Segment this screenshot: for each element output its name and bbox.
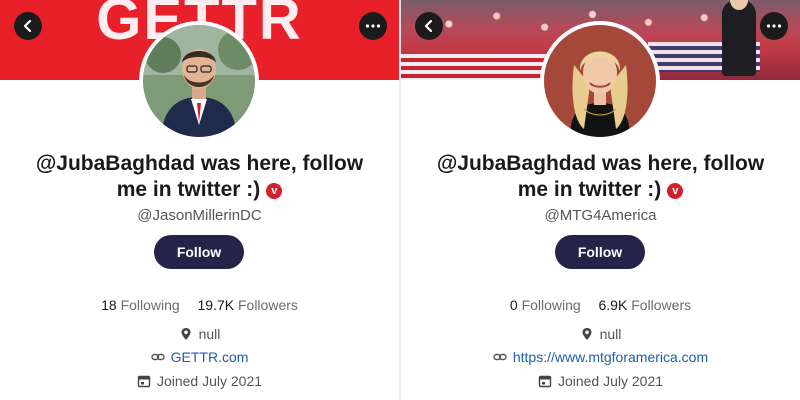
- verified-badge-icon: v: [266, 183, 283, 199]
- followers-label: Followers: [631, 297, 692, 313]
- display-name-line1: @JubaBaghdad was here, follow: [35, 152, 364, 175]
- avatar-photo: [544, 25, 656, 137]
- avatar-photo: [143, 25, 255, 137]
- followers-label: Followers: [237, 297, 298, 313]
- follow-stats: 0 Following 6.9K Followers: [401, 297, 800, 313]
- back-button[interactable]: [14, 12, 42, 40]
- display-name: @JubaBaghdad was here, follow me in twit…: [411, 151, 790, 203]
- more-dots-icon: [365, 24, 381, 28]
- website-link[interactable]: https://www.mtgforamerica.com: [513, 349, 708, 365]
- more-options-button[interactable]: [760, 12, 788, 40]
- followers-count: 6.9K: [598, 297, 628, 313]
- profile-comparison: GETTR: [0, 0, 800, 400]
- display-name-line2: me in twitter :): [116, 178, 261, 201]
- chevron-left-icon: [23, 20, 32, 32]
- more-options-button[interactable]: [359, 12, 387, 40]
- speaker-figure: [722, 0, 756, 76]
- follow-button[interactable]: Follow: [555, 235, 645, 269]
- location-text: null: [198, 326, 221, 342]
- display-name-line1: @JubaBaghdad was here, follow: [436, 152, 765, 175]
- chevron-left-icon: [424, 20, 433, 32]
- display-name: @JubaBaghdad was here, follow me in twit…: [10, 151, 389, 203]
- location-pin-icon: [582, 328, 592, 340]
- following-label: Following: [120, 297, 180, 313]
- joined-row: Joined July 2021: [0, 373, 399, 389]
- following-stat[interactable]: 0 Following: [510, 297, 585, 313]
- location-row: null: [401, 326, 800, 342]
- link-icon: [493, 353, 507, 361]
- joined-date: Joined July 2021: [557, 373, 664, 389]
- follow-stats: 18 Following 19.7K Followers: [0, 297, 399, 313]
- avatar[interactable]: [139, 21, 259, 141]
- followers-stat[interactable]: 19.7K Followers: [198, 297, 298, 313]
- calendar-icon: [137, 375, 151, 388]
- joined-row: Joined July 2021: [401, 373, 800, 389]
- avatar[interactable]: [540, 21, 660, 141]
- display-name-line2: me in twitter :): [517, 178, 662, 201]
- followers-stat[interactable]: 6.9K Followers: [599, 297, 692, 313]
- location-pin-icon: [181, 328, 191, 340]
- following-stat[interactable]: 18 Following: [101, 297, 184, 313]
- website-row: https://www.mtgforamerica.com: [401, 349, 800, 365]
- location-text: null: [599, 326, 622, 342]
- back-button[interactable]: [415, 12, 443, 40]
- username-handle: @MTG4America: [544, 207, 657, 224]
- follow-button[interactable]: Follow: [154, 235, 244, 269]
- website-link[interactable]: GETTR.com: [171, 349, 249, 365]
- more-dots-icon: [766, 24, 782, 28]
- link-icon: [150, 353, 165, 361]
- calendar-icon: [538, 375, 552, 388]
- location-row: null: [0, 326, 399, 342]
- following-label: Following: [521, 297, 581, 313]
- followers-count: 19.7K: [197, 297, 235, 313]
- website-row: GETTR.com: [0, 349, 399, 365]
- profile-panel-right: @JubaBaghdad was here, follow me in twit…: [401, 0, 800, 400]
- verified-badge-icon: v: [667, 183, 684, 199]
- following-count: 0: [509, 297, 518, 313]
- joined-date: Joined July 2021: [156, 373, 263, 389]
- username-handle: @JasonMillerinDC: [137, 207, 262, 224]
- profile-panel-left: GETTR: [0, 0, 399, 400]
- following-count: 18: [101, 297, 117, 313]
